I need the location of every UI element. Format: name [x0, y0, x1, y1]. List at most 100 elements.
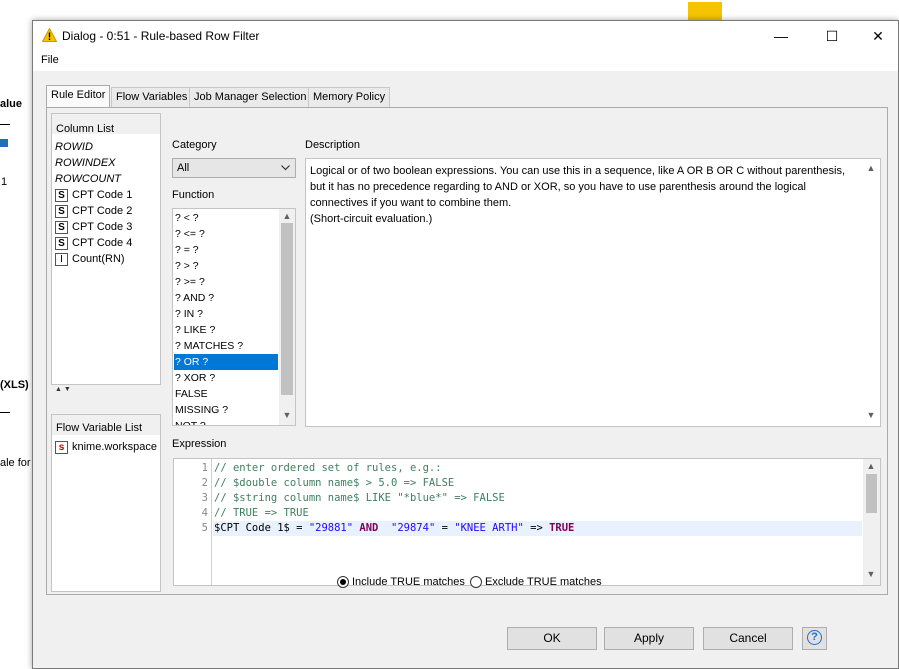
function-item[interactable]: ? MATCHES ?	[174, 338, 278, 354]
code-token: // enter ordered set of rules, e.g.:	[214, 462, 442, 474]
code-token: TRUE	[549, 522, 575, 534]
column-item-rowindex[interactable]: ROWINDEX	[55, 155, 116, 171]
column-item-label: Count(RN)	[72, 253, 125, 265]
include-radio[interactable]	[337, 576, 349, 589]
description-box: Logical or of two boolean expressions. Y…	[305, 158, 881, 427]
expression-scrollbar[interactable]: ▲ ▼	[863, 459, 880, 585]
tab-flow-variables[interactable]: Flow Variables	[111, 87, 193, 107]
description-text: Logical or of two boolean expressions. Y…	[310, 165, 846, 225]
column-item-count-rn[interactable]: I Count(RN)	[55, 251, 125, 267]
column-item-cpt-code-4[interactable]: S CPT Code 4	[55, 235, 132, 251]
include-label: Include TRUE matches	[352, 576, 465, 588]
help-icon: ?	[807, 630, 822, 645]
bg-node-label-xls: (XLS)	[0, 379, 29, 391]
exclude-option[interactable]: Exclude TRUE matches	[470, 576, 602, 589]
code-text: $CPT Code 1$ = "29881" AND "29874" = "KN…	[214, 521, 574, 536]
line-number: 5	[201, 522, 208, 534]
function-list[interactable]: ? < ?? <= ?? = ?? > ?? >= ?? AND ?? IN ?…	[172, 208, 296, 426]
code-line: 2 // $double column name$ > 5.0 => FALSE	[174, 476, 864, 491]
tab-job-manager-selection[interactable]: Job Manager Selection	[189, 87, 312, 107]
minimize-button[interactable]: —	[758, 21, 804, 51]
expression-label: Expression	[172, 438, 227, 450]
splitter-arrows[interactable]: ▲ ▼	[55, 386, 71, 393]
flow-variable-list-panel: Flow Variable List s knime.workspace	[51, 414, 161, 592]
scroll-thumb[interactable]	[281, 223, 293, 395]
function-item[interactable]: ? < ?	[174, 210, 278, 226]
title-bar: Dialog - 0:51 - Rule-based Row Filter — …	[33, 21, 898, 51]
bg-connection-line	[0, 124, 10, 125]
bg-connection-line-2	[0, 412, 10, 413]
function-item[interactable]: ? AND ?	[174, 290, 278, 306]
warning-icon	[42, 28, 57, 42]
code-line: 1 // enter ordered set of rules, e.g.:	[174, 461, 864, 476]
code-lines: 1 // enter ordered set of rules, e.g.: 2 //…	[174, 461, 864, 551]
flow-variable-list-header: Flow Variable List	[56, 422, 142, 434]
tab-rule-editor[interactable]: Rule Editor	[46, 85, 111, 108]
help-button[interactable]: ?	[802, 627, 827, 650]
column-item-rowcount[interactable]: ROWCOUNT	[55, 171, 121, 187]
code-token: AND	[353, 522, 385, 534]
line-number: 3	[201, 492, 208, 504]
include-option[interactable]: Include TRUE matches	[337, 576, 465, 589]
maximize-button[interactable]: ☐	[809, 21, 855, 51]
flow-variable-item-knime-workspace[interactable]: s knime.workspace	[55, 439, 157, 455]
apply-button[interactable]: Apply	[604, 627, 694, 650]
exclude-radio[interactable]	[470, 576, 482, 589]
function-item[interactable]: FALSE	[174, 386, 278, 402]
code-line: 5 $CPT Code 1$ = "29881" AND "29874" = "K…	[174, 521, 864, 536]
function-item[interactable]: ? OR ?	[174, 354, 278, 370]
flow-variable-label: knime.workspace	[72, 441, 157, 453]
category-dropdown[interactable]: All	[172, 158, 296, 178]
expression-editor[interactable]: 1 // enter ordered set of rules, e.g.: 2 //…	[173, 458, 881, 586]
integer-type-icon: I	[55, 252, 68, 266]
column-item-rowid[interactable]: ROWID	[55, 139, 93, 155]
function-item[interactable]: ? = ?	[174, 242, 278, 258]
code-token: "29874"	[384, 522, 436, 534]
column-item-label: CPT Code 1	[72, 189, 133, 201]
exclude-label: Exclude TRUE matches	[485, 576, 602, 588]
tab-memory-policy[interactable]: Memory Policy	[308, 87, 391, 107]
menu-file[interactable]: File	[41, 54, 59, 66]
string-type-icon: S	[55, 204, 68, 218]
code-text: // $double column name$ > 5.0 => FALSE	[214, 476, 454, 491]
column-item-cpt-code-3[interactable]: S CPT Code 3	[55, 219, 132, 235]
bg-node-label-rule: ale for	[0, 457, 31, 469]
expression-scroll-up[interactable]: ▲	[864, 461, 878, 471]
column-item-cpt-code-1[interactable]: S CPT Code 1	[55, 187, 132, 203]
function-item[interactable]: MISSING ?	[174, 402, 278, 418]
bg-port-marker	[0, 139, 8, 147]
bg-node-label-value: alue	[0, 98, 23, 110]
cancel-button[interactable]: Cancel	[703, 627, 793, 650]
code-token: $CPT Code 1$	[214, 522, 290, 534]
bg-node-icon	[688, 2, 722, 20]
description-scroll-up[interactable]: ▲	[864, 163, 878, 173]
function-item[interactable]: NOT ?	[174, 418, 278, 425]
expression-scroll-thumb[interactable]	[866, 474, 877, 513]
scroll-down-arrow[interactable]: ▼	[280, 410, 294, 420]
code-token: // $double column name$ > 5.0 => FALSE	[214, 477, 455, 489]
function-item[interactable]: ? <= ?	[174, 226, 278, 242]
function-item[interactable]: ? XOR ?	[174, 370, 278, 386]
description-scroll-down[interactable]: ▼	[864, 410, 878, 420]
column-item-label: CPT Code 2	[72, 205, 133, 217]
function-scrollbar[interactable]: ▲ ▼	[279, 209, 295, 425]
scroll-up-arrow[interactable]: ▲	[280, 211, 294, 221]
code-token: =	[289, 522, 309, 534]
code-token: "KNEE ARTH"	[454, 522, 524, 534]
line-number: 2	[201, 477, 208, 489]
column-item-cpt-code-2[interactable]: S CPT Code 2	[55, 203, 132, 219]
string-type-icon: S	[55, 220, 68, 234]
function-item[interactable]: ? >= ?	[174, 274, 278, 290]
close-button[interactable]: ✕	[855, 21, 899, 51]
function-item[interactable]: ? LIKE ?	[174, 322, 278, 338]
code-token: "29881"	[308, 522, 354, 534]
expression-scroll-down[interactable]: ▼	[864, 569, 878, 579]
ok-button[interactable]: OK	[507, 627, 597, 650]
function-item[interactable]: ? > ?	[174, 258, 278, 274]
rule-editor-panel: Column List ROWID ROWINDEX ROWCOUNT S CPT…	[46, 107, 888, 595]
string-type-icon: S	[55, 236, 68, 250]
code-line: 3 // $string column name$ LIKE "*blue*" =…	[174, 491, 864, 506]
column-list-header: Column List	[56, 123, 115, 135]
function-item[interactable]: ? IN ?	[174, 306, 278, 322]
string-variable-icon: s	[55, 440, 68, 454]
